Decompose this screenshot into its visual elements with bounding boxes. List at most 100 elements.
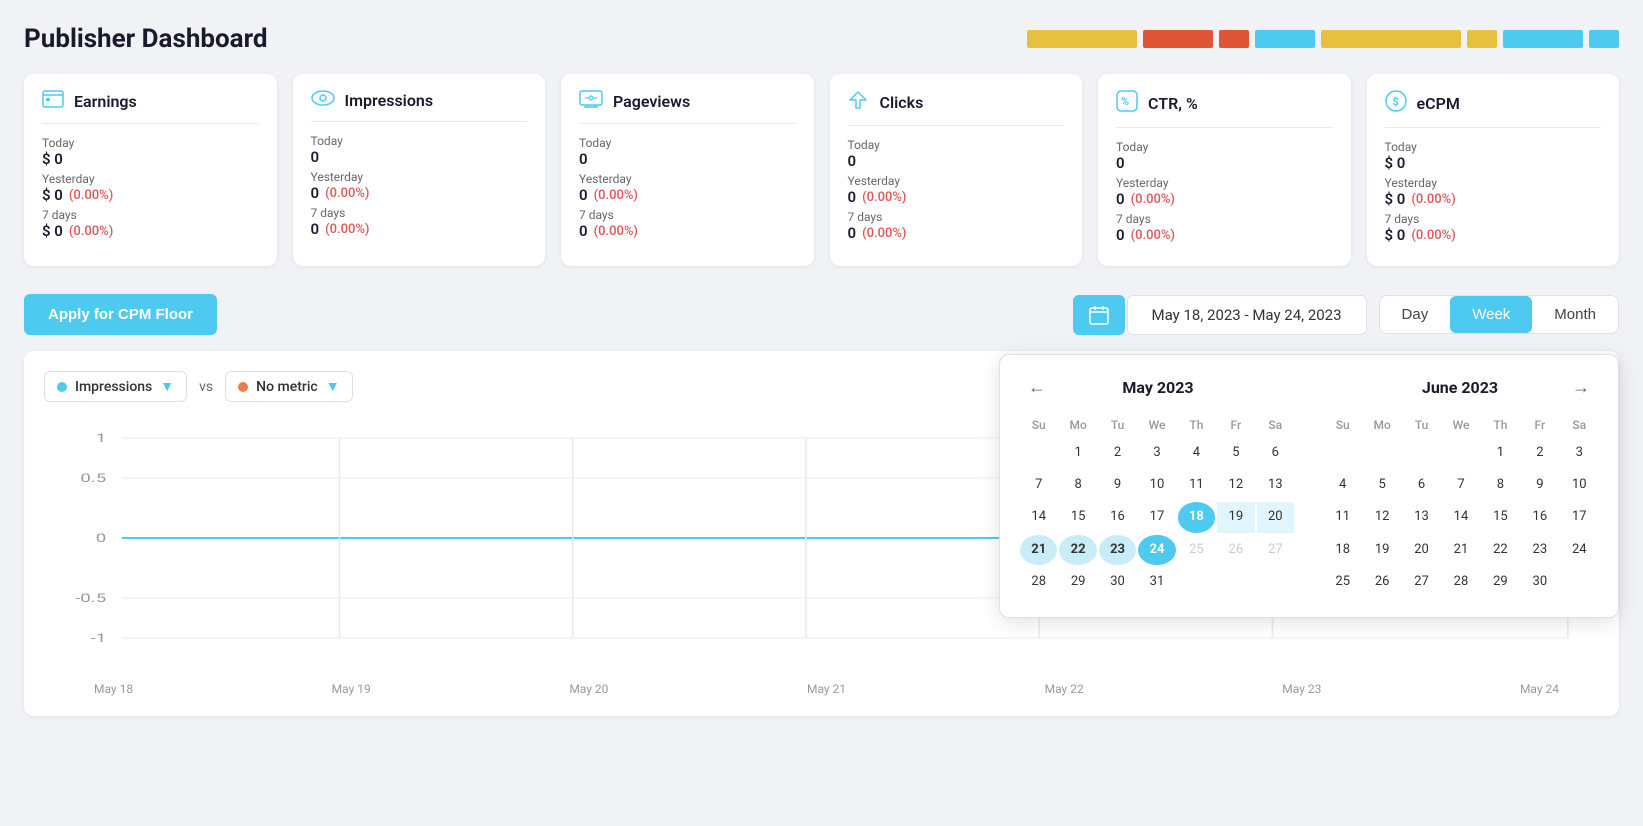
clicks-yesterday-change: (0.00%) [862, 190, 906, 205]
may-day-8[interactable]: 8 [1059, 470, 1096, 500]
may-day-4[interactable]: 4 [1178, 438, 1215, 468]
clicks-icon [848, 90, 870, 115]
may-day-28[interactable]: 28 [1020, 567, 1057, 597]
may-day-13[interactable]: 13 [1257, 470, 1294, 500]
period-day-button[interactable]: Day [1380, 296, 1451, 333]
calendar-prev-button[interactable]: ← [1020, 375, 1054, 400]
june-day-10[interactable]: 10 [1561, 470, 1598, 500]
impressions-yesterday-label: Yesterday [311, 170, 528, 184]
may-day-31[interactable]: 31 [1138, 567, 1175, 597]
may-day-20[interactable]: 20 [1257, 502, 1294, 532]
may-day-3[interactable]: 3 [1138, 438, 1175, 468]
period-week-button[interactable]: Week [1450, 296, 1532, 333]
svg-text:0.5: 0.5 [80, 471, 106, 486]
may-day-9[interactable]: 9 [1099, 470, 1136, 500]
may-day-24[interactable]: 24 [1138, 535, 1175, 565]
ecpm-7days-value: $ 0 [1385, 226, 1406, 244]
june-day-30[interactable]: 30 [1521, 567, 1558, 597]
june-day-3[interactable]: 3 [1561, 438, 1598, 468]
clicks-7days-value: 0 [848, 224, 857, 242]
june-day-15[interactable]: 15 [1482, 502, 1519, 532]
june-day-27[interactable]: 27 [1403, 567, 1440, 597]
june-day-19[interactable]: 19 [1363, 535, 1400, 565]
may-day-1[interactable]: 1 [1059, 438, 1096, 468]
may-day-5[interactable]: 5 [1217, 438, 1254, 468]
date-range-label: May 18, 2023 - May 24, 2023 [1127, 295, 1367, 335]
june-day-4[interactable]: 4 [1324, 470, 1361, 500]
june-day-16[interactable]: 16 [1521, 502, 1558, 532]
ecpm-7days-change: (0.00%) [1411, 228, 1455, 243]
june-calendar-nav: June 2023 → [1324, 375, 1598, 400]
may-day-empty3 [1217, 567, 1254, 597]
metric2-dot [238, 382, 248, 392]
metric1-chevron-icon: ▼ [160, 378, 174, 395]
x-label-may20: May 20 [569, 682, 608, 696]
june-day-20[interactable]: 20 [1403, 535, 1440, 565]
june-day-11[interactable]: 11 [1324, 502, 1361, 532]
june-day-25[interactable]: 25 [1324, 567, 1361, 597]
may-day-18[interactable]: 18 [1178, 502, 1215, 532]
clicks-yesterday-value: 0 [848, 188, 857, 206]
may-day-7[interactable]: 7 [1020, 470, 1057, 500]
may-day-12[interactable]: 12 [1217, 470, 1254, 500]
june-day-22[interactable]: 22 [1482, 535, 1519, 565]
calendar-icon-button[interactable] [1073, 295, 1125, 335]
color-block-2 [1143, 30, 1213, 48]
metric2-label: No metric [256, 379, 318, 395]
may-day-29[interactable]: 29 [1059, 567, 1096, 597]
apply-cpm-floor-button[interactable]: Apply for CPM Floor [24, 294, 217, 335]
june-day-13[interactable]: 13 [1403, 502, 1440, 532]
metric2-selector[interactable]: No metric ▼ [225, 371, 352, 402]
ctr-7days-value: 0 [1116, 226, 1125, 244]
may-day-19[interactable]: 19 [1217, 502, 1254, 532]
june-day-21[interactable]: 21 [1442, 535, 1479, 565]
may-day-22[interactable]: 22 [1059, 535, 1096, 565]
ecpm-yesterday-change: (0.00%) [1411, 192, 1455, 207]
june-day-6[interactable]: 6 [1403, 470, 1440, 500]
june-day-24[interactable]: 24 [1561, 535, 1598, 565]
june-day-7[interactable]: 7 [1442, 470, 1479, 500]
pageviews-7days-row: 7 days 0 (0.00%) [579, 208, 796, 240]
impressions-title: Impressions [345, 91, 434, 110]
color-block-6 [1467, 30, 1497, 48]
may-day-16[interactable]: 16 [1099, 502, 1136, 532]
may-day-10[interactable]: 10 [1138, 470, 1175, 500]
june-day-12[interactable]: 12 [1363, 502, 1400, 532]
june-day-26[interactable]: 26 [1363, 567, 1400, 597]
may-day-6[interactable]: 6 [1257, 438, 1294, 468]
june-day-17[interactable]: 17 [1561, 502, 1598, 532]
june-day-18[interactable]: 18 [1324, 535, 1361, 565]
clicks-today-value: 0 [848, 152, 1065, 170]
x-label-may24: May 24 [1520, 682, 1559, 696]
june-day-9[interactable]: 9 [1521, 470, 1558, 500]
may-day-21[interactable]: 21 [1020, 535, 1057, 565]
june-day-2[interactable]: 2 [1521, 438, 1558, 468]
may-day-23[interactable]: 23 [1099, 535, 1136, 565]
period-month-button[interactable]: Month [1532, 296, 1618, 333]
may-day-30[interactable]: 30 [1099, 567, 1136, 597]
clicks-yesterday-label: Yesterday [848, 174, 1065, 188]
may-day-17[interactable]: 17 [1138, 502, 1175, 532]
metric1-selector[interactable]: Impressions ▼ [44, 371, 187, 402]
june-day-29[interactable]: 29 [1482, 567, 1519, 597]
june-day-8[interactable]: 8 [1482, 470, 1519, 500]
clicks-title: Clicks [880, 93, 924, 112]
calendar-june: June 2023 → Su Mo Tu We Th Fr Sa 1 [1324, 375, 1598, 597]
june-day-1[interactable]: 1 [1482, 438, 1519, 468]
may-day-14[interactable]: 14 [1020, 502, 1057, 532]
x-label-may23: May 23 [1282, 682, 1321, 696]
calendar-next-button[interactable]: → [1564, 375, 1598, 400]
earnings-today-value: $ 0 [42, 150, 259, 168]
ctr-today-value: 0 [1116, 154, 1333, 172]
june-day-5[interactable]: 5 [1363, 470, 1400, 500]
june-day-14[interactable]: 14 [1442, 502, 1479, 532]
june-day-28[interactable]: 28 [1442, 567, 1479, 597]
may-day-15[interactable]: 15 [1059, 502, 1096, 532]
june-title: June 2023 [1422, 378, 1498, 397]
june-empty3 [1403, 438, 1440, 468]
may-day-11[interactable]: 11 [1178, 470, 1215, 500]
june-day-23[interactable]: 23 [1521, 535, 1558, 565]
may-header-sa: Sa [1257, 414, 1294, 436]
impressions-today-label: Today [311, 134, 528, 148]
may-day-2[interactable]: 2 [1099, 438, 1136, 468]
